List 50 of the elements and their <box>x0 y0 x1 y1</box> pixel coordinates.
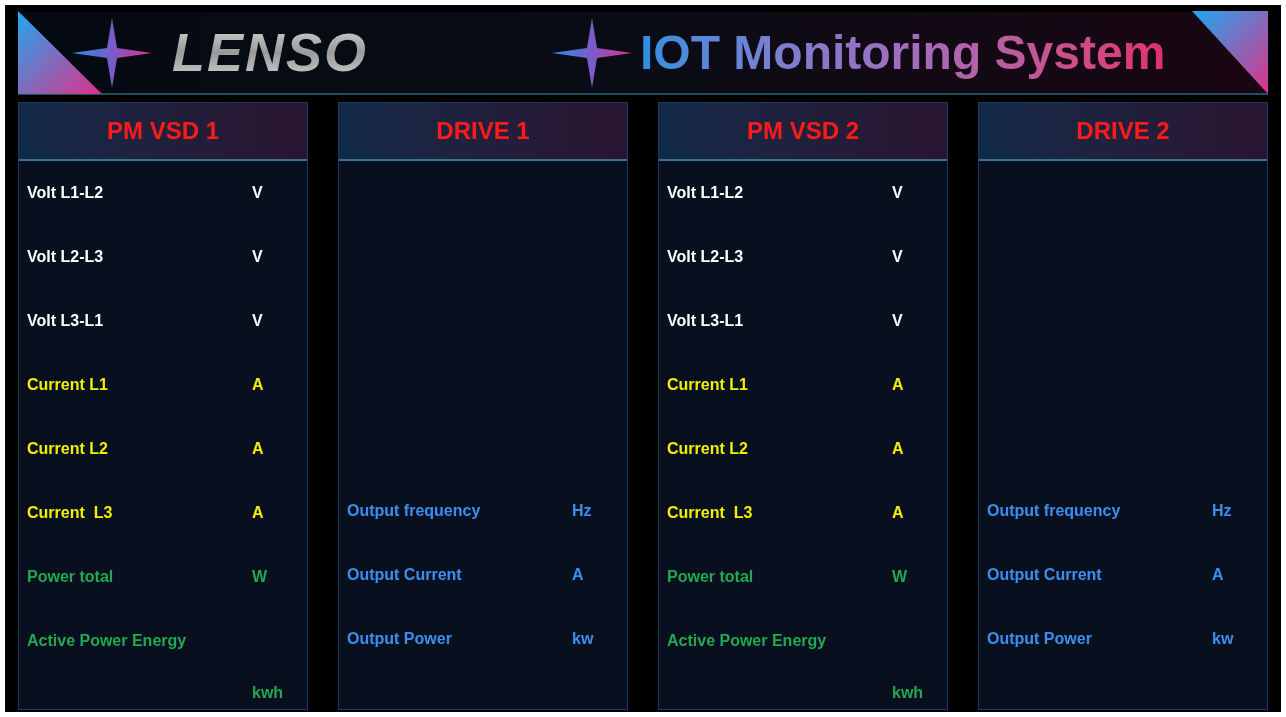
unit-label: A <box>572 565 584 585</box>
drive-label: Output frequency <box>987 501 1122 521</box>
unit-label: W <box>252 567 268 587</box>
unit-label: V <box>252 311 263 331</box>
panel-title: DRIVE 1 <box>436 116 530 146</box>
current-label: Current L3 <box>667 503 754 523</box>
drive-label: Output Current <box>347 565 463 585</box>
drive-label: Output Power <box>347 629 453 649</box>
unit-label: V <box>892 311 903 331</box>
voltage-label: Volt L1-L2 <box>27 183 105 203</box>
unit-label: W <box>892 567 908 587</box>
current-label: Current L1 <box>27 375 109 395</box>
panel-title: DRIVE 2 <box>1076 116 1170 146</box>
current-label: Current L3 <box>27 503 114 523</box>
current-label: Current L1 <box>667 375 749 395</box>
unit-label: A <box>252 439 264 459</box>
drive-label: Output frequency <box>347 501 482 521</box>
unit-label: V <box>892 183 903 203</box>
power-label: Power total <box>667 567 755 587</box>
unit-label: A <box>252 375 264 395</box>
unit-label: kwh <box>892 683 924 703</box>
unit-label: kw <box>1212 629 1234 649</box>
unit-label: Hz <box>1212 501 1232 521</box>
unit-label: A <box>1212 565 1224 585</box>
energy-label: Active Power Energy <box>667 631 828 651</box>
unit-label: kwh <box>252 683 284 703</box>
unit-label: A <box>892 439 904 459</box>
voltage-label: Volt L2-L3 <box>667 247 745 267</box>
current-label: Current L2 <box>667 439 749 459</box>
voltage-label: Volt L3-L1 <box>667 311 745 331</box>
unit-label: kw <box>572 629 594 649</box>
energy-label: Active Power Energy <box>27 631 188 651</box>
unit-label: A <box>892 375 904 395</box>
voltage-label: Volt L2-L3 <box>27 247 105 267</box>
unit-label: V <box>252 247 263 267</box>
panel-title: PM VSD 2 <box>747 116 859 146</box>
unit-label: Hz <box>572 501 592 521</box>
unit-label: V <box>252 183 263 203</box>
drive-label: Output Power <box>987 629 1093 649</box>
voltage-label: Volt L3-L1 <box>27 311 105 331</box>
voltage-label: Volt L1-L2 <box>667 183 745 203</box>
drive-label: Output Current <box>987 565 1103 585</box>
corner-triangle-icon <box>1192 11 1268 94</box>
unit-label: V <box>892 247 903 267</box>
power-label: Power total <box>27 567 115 587</box>
corner-triangle-icon <box>18 11 102 94</box>
current-label: Current L2 <box>27 439 109 459</box>
unit-label: A <box>892 503 904 523</box>
unit-label: A <box>252 503 264 523</box>
panel-title: PM VSD 1 <box>107 116 219 146</box>
